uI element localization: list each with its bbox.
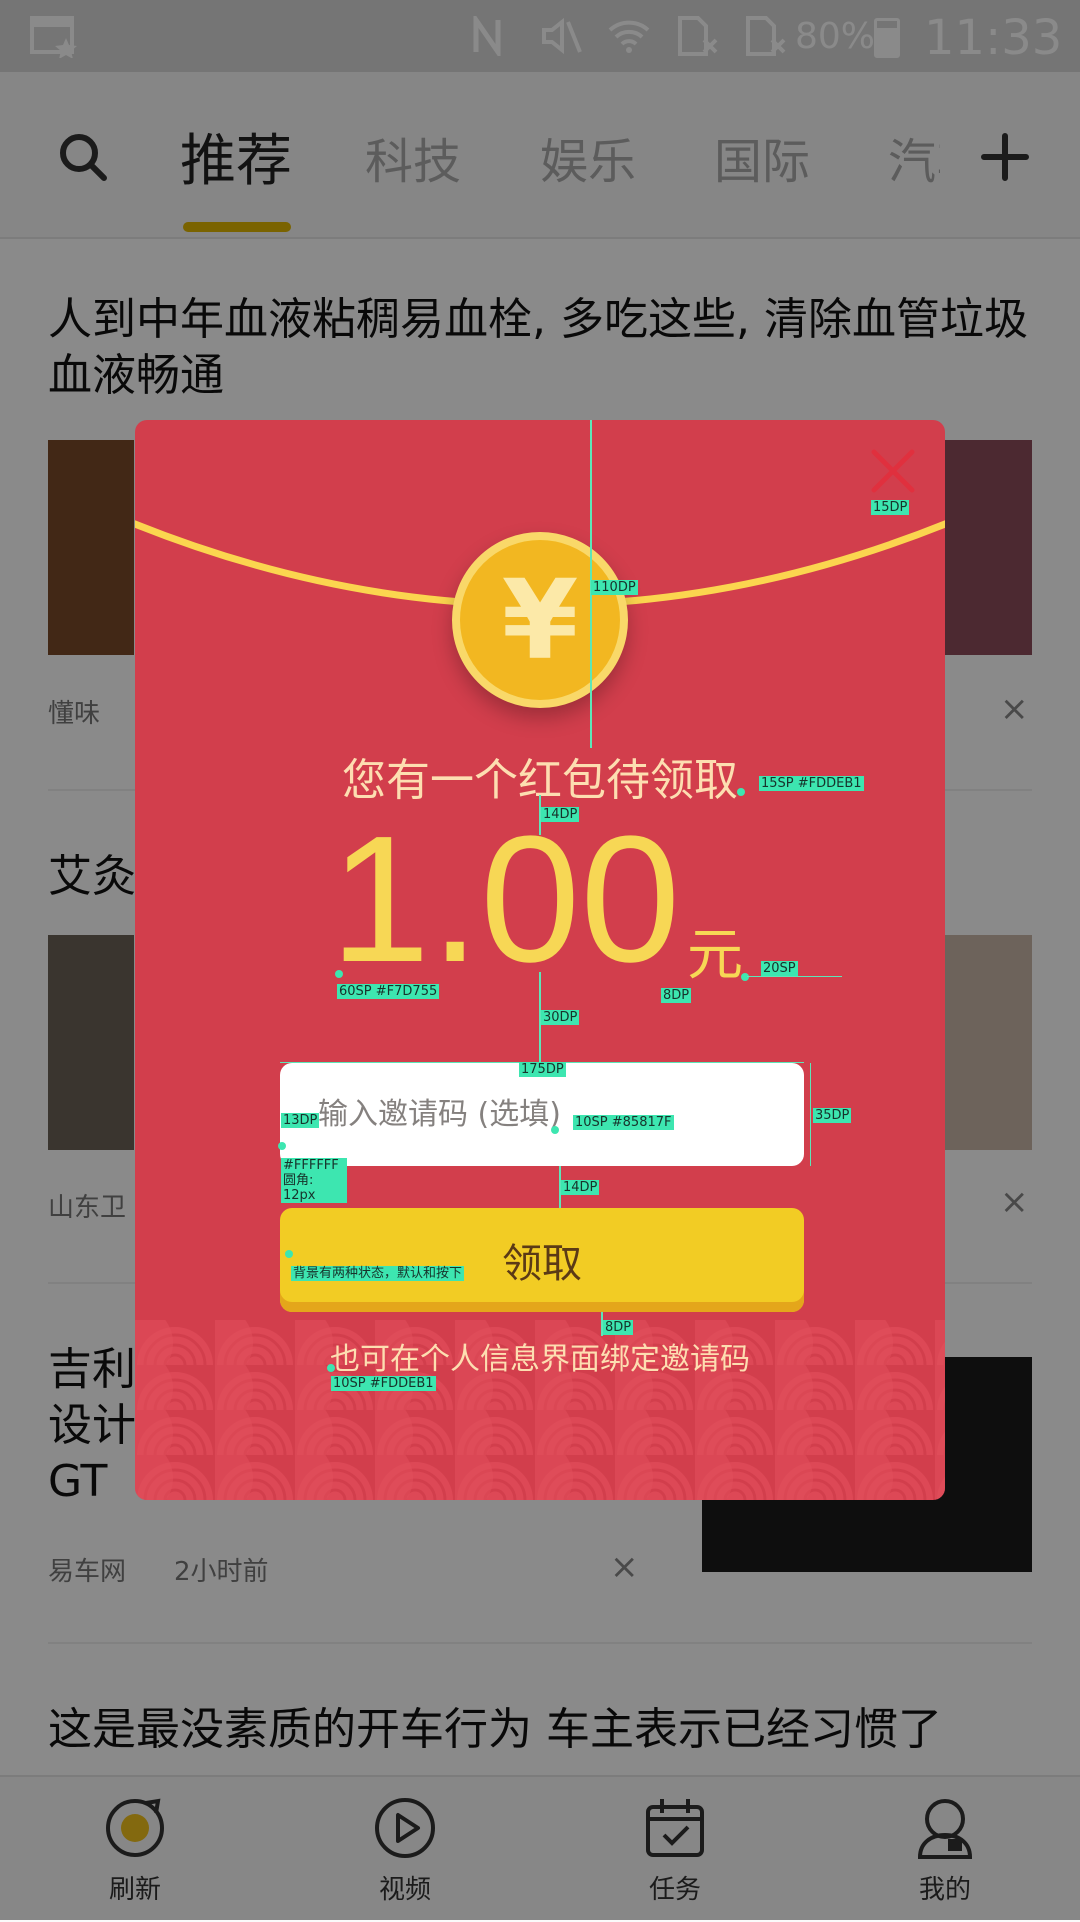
red-packet-dialog: ¥ 您有一个红包待领取 1.00 元 领取 也可在个人信息界面绑定邀请码 110… <box>135 420 945 1500</box>
spec-input-gap: 14DP <box>561 1180 600 1195</box>
spec-marker <box>737 788 745 796</box>
spec-input-width: 175DP <box>519 1062 566 1077</box>
coin-icon: ¥ <box>452 532 628 708</box>
spec-title-gap: 14DP <box>541 807 580 822</box>
spec-title-style: 15SP #FDDEB1 <box>759 776 864 791</box>
claim-button[interactable]: 领取 <box>280 1208 804 1312</box>
spec-marker <box>327 1364 335 1372</box>
spec-hint-style: 10SP #FDDEB1 <box>331 1376 436 1391</box>
spec-input-bg-color: #FFFFFF <box>283 1158 339 1173</box>
spec-marker <box>335 970 343 978</box>
spec-input-radius: 圆角: 12px <box>283 1173 316 1203</box>
spec-amount-gap: 30DP <box>541 1010 580 1025</box>
invite-code-input[interactable] <box>280 1063 804 1166</box>
spec-marker <box>741 973 749 981</box>
spec-marker <box>551 1126 559 1134</box>
spec-coin-gap: 110DP <box>591 580 638 595</box>
spec-hint-gap: 8DP <box>603 1320 634 1335</box>
spec-input-height: 35DP <box>813 1108 852 1123</box>
spec-close-size: 15DP <box>871 500 910 515</box>
spec-input-background: #FFFFFF 圆角: 12px <box>281 1158 347 1203</box>
spec-unit-gap: 8DP <box>661 988 692 1003</box>
spec-marker <box>285 1250 293 1258</box>
measure-line <box>747 976 842 977</box>
spec-input-padding: 13DP <box>281 1113 320 1128</box>
red-packet-amount: 1.00 <box>330 799 681 1000</box>
amount-unit: 元 <box>687 923 743 988</box>
close-icon[interactable] <box>870 448 916 494</box>
spec-button-note: 背景有两种状态，默认和按下 <box>291 1266 465 1281</box>
spec-placeholder-style: 10SP #85817F <box>573 1115 674 1130</box>
bind-invite-hint: 也可在个人信息界面绑定邀请码 <box>330 1342 750 1377</box>
measure-line <box>810 1063 811 1166</box>
spec-marker <box>278 1142 286 1150</box>
spec-unit-style: 20SP <box>761 961 798 976</box>
spec-amount-style: 60SP #F7D755 <box>337 984 440 999</box>
